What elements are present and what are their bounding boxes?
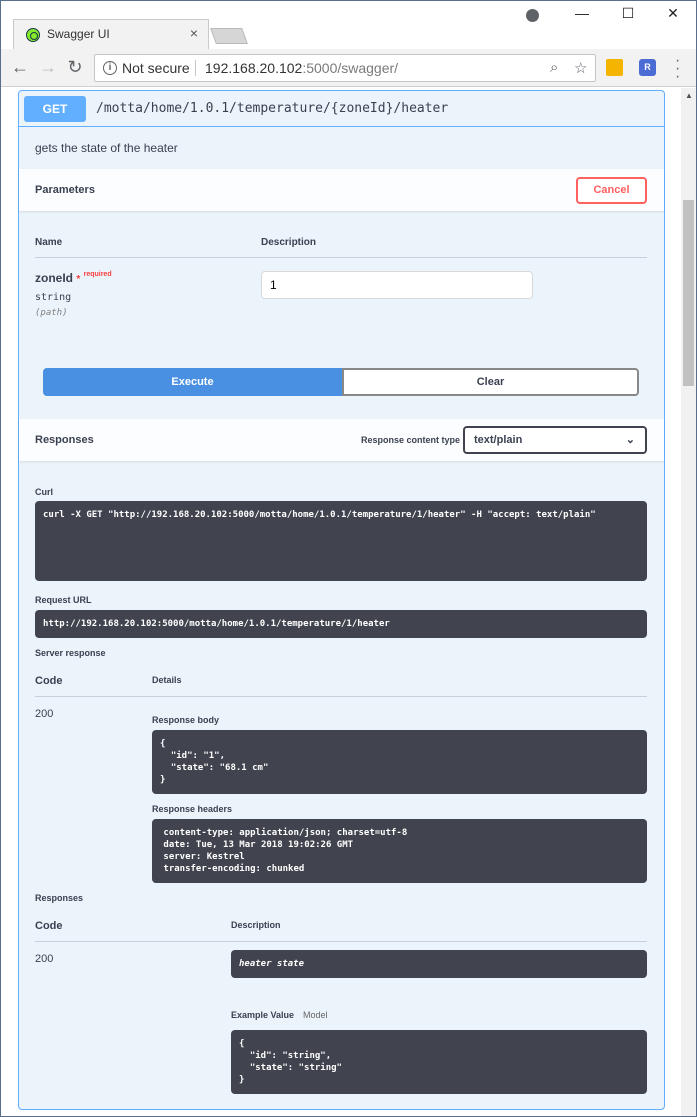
scroll-up-icon[interactable]: ▲ bbox=[685, 91, 693, 100]
operation-summary[interactable]: GET /motta/home/1.0.1/temperature/{zoneI… bbox=[19, 91, 664, 127]
extension-icon[interactable] bbox=[606, 59, 623, 76]
browser-menu-icon[interactable]: · · · bbox=[675, 53, 680, 85]
param-col-name: Name bbox=[35, 237, 63, 248]
doc-col-description: Description bbox=[231, 920, 281, 930]
response-body-title: Response body bbox=[152, 715, 220, 725]
curl-title: Curl bbox=[35, 487, 53, 497]
server-response-title: Server response bbox=[35, 648, 106, 658]
responses-title: Responses bbox=[35, 434, 94, 446]
response-headers[interactable]: content-type: application/json; charset=… bbox=[152, 819, 647, 883]
maximize-button[interactable]: ☐ bbox=[613, 5, 643, 22]
required-star: * bbox=[76, 274, 81, 285]
param-col-description: Description bbox=[261, 237, 317, 248]
param-name-text: zoneId bbox=[35, 271, 73, 285]
browser-tab[interactable]: Swagger UI × bbox=[13, 19, 209, 49]
execute-wrapper: Execute Clear bbox=[43, 368, 639, 396]
doc-header-divider bbox=[35, 941, 647, 942]
method-badge: GET bbox=[24, 96, 86, 122]
clear-button[interactable]: Clear bbox=[342, 368, 639, 396]
tab-model[interactable]: Model bbox=[303, 1010, 328, 1020]
chevron-down-icon: ⌄ bbox=[625, 434, 635, 446]
param-type: string bbox=[35, 292, 72, 303]
documented-responses-title: Responses bbox=[35, 893, 84, 903]
swagger-favicon-icon bbox=[26, 28, 40, 42]
back-arrow-icon[interactable]: ← bbox=[10, 57, 30, 77]
security-label: Not secure bbox=[122, 60, 190, 76]
extension-r-icon[interactable]: R bbox=[639, 59, 656, 76]
operation-description: gets the state of the heater bbox=[35, 141, 178, 155]
forward-arrow-icon[interactable]: → bbox=[38, 57, 58, 77]
tab-close-icon[interactable]: × bbox=[190, 26, 198, 40]
live-header-divider bbox=[35, 696, 647, 697]
address-bar[interactable]: i Not secure 192.168.20.102:5000/swagger… bbox=[94, 54, 596, 82]
curl-command[interactable]: curl -X GET "http://192.168.20.102:5000/… bbox=[35, 501, 647, 581]
account-icon[interactable] bbox=[526, 9, 539, 22]
title-bar: Swagger UI × — ☐ ✕ bbox=[1, 1, 696, 49]
url-host: 192.168.20.102 bbox=[205, 60, 303, 76]
url-path: :5000/swagger/ bbox=[302, 60, 399, 76]
vertical-scrollbar[interactable]: ▲ bbox=[681, 88, 696, 1116]
content-type-label: Response content type bbox=[361, 435, 461, 445]
doc-col-code: Code bbox=[35, 920, 63, 932]
request-url-title: Request URL bbox=[35, 595, 92, 605]
zoom-icon[interactable]: ⌕ bbox=[550, 59, 558, 76]
response-body[interactable]: { "id": "1", "state": "68.1 cm" } bbox=[152, 730, 647, 794]
bookmark-star-icon[interactable]: ☆ bbox=[574, 59, 587, 77]
tab-title: Swagger UI bbox=[47, 27, 110, 41]
address-separator bbox=[195, 60, 196, 76]
param-header-divider bbox=[35, 257, 647, 258]
example-value[interactable]: { "id": "string", "state": "string" } bbox=[231, 1030, 647, 1094]
live-col-code: Code bbox=[35, 675, 63, 687]
execute-button[interactable]: Execute bbox=[43, 368, 342, 396]
minimize-button[interactable]: — bbox=[567, 5, 597, 21]
content-type-select[interactable]: text/plain ⌄ bbox=[463, 426, 647, 454]
parameters-title: Parameters bbox=[35, 184, 95, 196]
reload-icon[interactable]: ↻ bbox=[65, 57, 85, 77]
browser-window: Swagger UI × — ☐ ✕ ← → ↻ i Not secure 19… bbox=[0, 0, 697, 1117]
live-col-details: Details bbox=[152, 675, 182, 685]
responses-header: Responses Response content type text/pla… bbox=[19, 419, 664, 461]
close-window-button[interactable]: ✕ bbox=[658, 5, 688, 22]
new-tab-button[interactable] bbox=[210, 28, 248, 44]
scrollbar-thumb[interactable] bbox=[683, 200, 694, 386]
param-location: (path) bbox=[35, 308, 68, 318]
url-text[interactable]: 192.168.20.102:5000/swagger/ bbox=[205, 60, 398, 76]
doc-response-description: heater state bbox=[231, 950, 647, 978]
browser-toolbar: ← → ↻ i Not secure 192.168.20.102:5000/s… bbox=[1, 49, 696, 87]
param-name: zoneId * required bbox=[35, 271, 112, 285]
operation-path: /motta/home/1.0.1/temperature/{zoneId}/h… bbox=[96, 101, 449, 116]
zoneid-input[interactable]: 1 bbox=[261, 271, 533, 299]
page-viewport: GET /motta/home/1.0.1/temperature/{zoneI… bbox=[1, 88, 681, 1116]
doc-status-code: 200 bbox=[35, 953, 54, 965]
info-icon[interactable]: i bbox=[103, 61, 117, 75]
request-url[interactable]: http://192.168.20.102:5000/motta/home/1.… bbox=[35, 610, 647, 638]
tab-example-value[interactable]: Example Value bbox=[231, 1010, 294, 1020]
live-status-code: 200 bbox=[35, 708, 54, 720]
response-headers-title: Response headers bbox=[152, 804, 233, 814]
cancel-button[interactable]: Cancel bbox=[576, 177, 647, 204]
content-type-value: text/plain bbox=[474, 434, 523, 446]
required-label: required bbox=[83, 271, 112, 278]
parameters-header: Parameters Cancel bbox=[19, 169, 664, 211]
operation-block: GET /motta/home/1.0.1/temperature/{zoneI… bbox=[18, 90, 665, 1110]
